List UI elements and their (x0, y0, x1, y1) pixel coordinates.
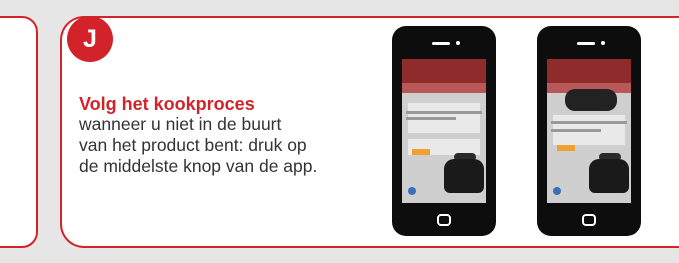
phone-speaker (577, 42, 595, 45)
home-button (582, 214, 596, 226)
instruction-line: de middelste knop van de app. (79, 156, 318, 176)
phone-camera (456, 41, 460, 45)
app-row (551, 129, 601, 132)
app-row (551, 121, 627, 124)
app-button (412, 149, 430, 155)
previous-step-card (0, 16, 38, 248)
instruction-heading: Volg het kookproces (79, 94, 255, 114)
app-button (557, 145, 575, 151)
app-row (406, 117, 456, 120)
app-header (547, 59, 631, 83)
instruction-line: van het product bent: druk op (79, 135, 307, 155)
app-dot (408, 187, 416, 195)
instruction-line: wanneer u niet in de buurt (79, 114, 282, 134)
phone-screen (547, 59, 631, 203)
app-header (402, 59, 486, 83)
cooker-lid-image (565, 89, 617, 111)
instruction-text: Volg het kookproces wanneer u niet in de… (79, 94, 379, 177)
app-row (406, 111, 482, 114)
step-badge: J (67, 16, 113, 62)
multicooker-image (444, 159, 484, 193)
multicooker-image (589, 159, 629, 193)
app-subheader (402, 83, 486, 93)
smartphone-icon (392, 26, 496, 236)
phone-speaker (432, 42, 450, 45)
smartphone-icon (537, 26, 641, 236)
phone-camera (601, 41, 605, 45)
phone-screen (402, 59, 486, 203)
home-button (437, 214, 451, 226)
instruction-body: wanneer u niet in de buurt van het produ… (79, 114, 379, 177)
app-dot (553, 187, 561, 195)
